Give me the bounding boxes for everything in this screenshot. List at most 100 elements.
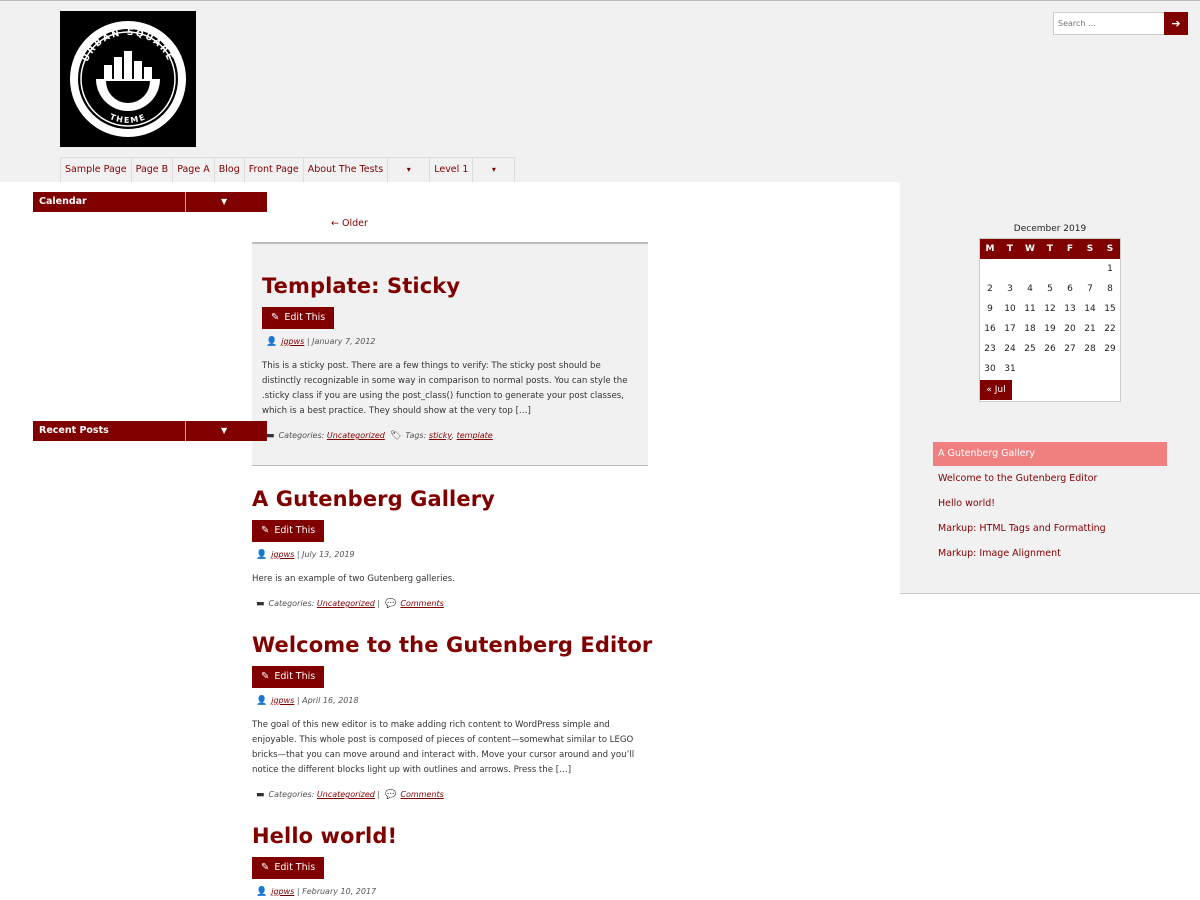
post-meta: 👤 jgpws | July 13, 2019: [256, 550, 355, 560]
author-link[interactable]: jgpws: [281, 337, 304, 346]
calendar-day: [1060, 259, 1080, 279]
calendar-day: 22: [1104, 324, 1116, 334]
menu-item-about-the-tests[interactable]: About The Tests: [302, 157, 388, 182]
post-title[interactable]: Welcome to the Gutenberg Editor: [252, 633, 652, 657]
menu-dropdown-toggle-icon[interactable]: ▾: [387, 157, 431, 182]
post-excerpt: This is a sticky post. There are a few t…: [262, 361, 628, 416]
edit-post-button[interactable]: ✎ Edit This: [252, 666, 324, 688]
tag-link[interactable]: template: [457, 431, 493, 440]
comments-icon: 💬: [385, 599, 397, 609]
calendar-day: 26: [1044, 344, 1056, 354]
recent-post-link[interactable]: A Gutenberg Gallery: [933, 442, 1167, 466]
calendar-prev-link[interactable]: « Jul: [980, 380, 1012, 400]
calendar-day: 13: [1064, 304, 1076, 314]
user-icon: 👤: [266, 337, 278, 347]
calendar-day: 12: [1044, 304, 1056, 314]
post-meta: 👤 jgpws | January 7, 2012: [266, 337, 376, 347]
tag-link[interactable]: sticky: [429, 431, 452, 440]
calendar-day: [1080, 359, 1100, 379]
post-title[interactable]: A Gutenberg Gallery: [252, 487, 495, 511]
menu-item-page-a[interactable]: Page A: [172, 157, 214, 182]
calendar-day: 31: [1004, 364, 1016, 374]
search-submit-button[interactable]: ➔: [1164, 12, 1188, 35]
older-posts-link[interactable]: ← Older: [331, 218, 368, 229]
calendar-day: 14: [1084, 304, 1096, 314]
recent-post-link[interactable]: Welcome to the Gutenberg Editor: [933, 467, 1167, 491]
recent-post-link[interactable]: Markup: Image Alignment: [933, 542, 1167, 566]
calendar-day: 30: [984, 364, 996, 374]
post-meta: 👤 jgpws | April 16, 2018: [256, 696, 359, 706]
calendar-weekday-header: M T W T F S S: [980, 239, 1120, 259]
calendar-day: 27: [1064, 344, 1076, 354]
menu-item-level-1[interactable]: Level 1: [430, 157, 473, 182]
weekday-label: S: [1106, 244, 1114, 254]
category-link[interactable]: Uncategorized: [327, 431, 385, 440]
edit-post-button[interactable]: ✎ Edit This: [262, 307, 334, 329]
calendar-day: [1000, 259, 1020, 279]
calendar-day: 24: [1004, 344, 1016, 354]
calendar-day: 11: [1024, 304, 1036, 314]
calendar-day: 6: [1067, 284, 1073, 294]
calendar-day: 5: [1047, 284, 1053, 294]
calendar-widget-header[interactable]: Calendar ▼: [33, 192, 267, 212]
site-logo[interactable]: URBAN SQUARE THEME: [60, 11, 196, 147]
menu-item-front-page[interactable]: Front Page: [243, 157, 303, 182]
recent-post-link[interactable]: Markup: HTML Tags and Formatting: [933, 517, 1167, 541]
edit-post-button[interactable]: ✎ Edit This: [252, 520, 324, 542]
post-title[interactable]: Template: Sticky: [262, 274, 460, 298]
divider: [185, 192, 186, 212]
menu-item-page-b[interactable]: Page B: [130, 157, 173, 182]
category-link[interactable]: Uncategorized: [317, 599, 375, 608]
calendar-weeks: 1 2 3 4 5 6 7 8 9 10 11 12 13 14 15 16 17 18 19 20 21 22 23 24 2…: [980, 259, 1120, 379]
edit-post-button[interactable]: ✎ Edit This: [252, 857, 324, 879]
search-input[interactable]: [1053, 12, 1165, 35]
calendar-day: 29: [1104, 344, 1116, 354]
recent-post-link[interactable]: Hello world!: [933, 492, 1167, 516]
category-link[interactable]: Uncategorized: [317, 790, 375, 799]
calendar-day: 21: [1084, 324, 1096, 334]
weekday-label: F: [1066, 244, 1074, 254]
calendar-day: [1040, 259, 1060, 279]
calendar-week-row: 1: [980, 259, 1120, 279]
calendar-day: [1040, 359, 1060, 379]
calendar-day: 10: [1004, 304, 1016, 314]
post-taxonomy: ▬ Categories: Uncategorized 🏷 Tags: sticky…: [266, 431, 493, 441]
calendar-day: 8: [1107, 284, 1113, 294]
calendar-day: 15: [1104, 304, 1116, 314]
edit-icon: ✎: [261, 671, 270, 682]
author-link[interactable]: jgpws: [271, 887, 294, 896]
weekday-label: T: [1006, 244, 1014, 254]
calendar-day: [1020, 359, 1040, 379]
archive-icon: ▬: [256, 599, 265, 609]
user-icon: 👤: [256, 696, 268, 706]
calendar-day: [1080, 259, 1100, 279]
archive-icon: ▬: [256, 790, 265, 800]
menu-dropdown-toggle-icon[interactable]: ▾: [472, 157, 516, 182]
calendar-day: 25: [1024, 344, 1036, 354]
menu-item-blog[interactable]: Blog: [213, 157, 244, 182]
calendar-day: [980, 259, 1000, 279]
calendar-day: 18: [1024, 324, 1036, 334]
author-link[interactable]: jgpws: [271, 696, 294, 705]
calendar-nav: « Jul: [980, 379, 1120, 401]
calendar-day: 2: [987, 284, 993, 294]
post-title[interactable]: Hello world!: [252, 824, 397, 848]
menu-item-sample-page[interactable]: Sample Page: [60, 157, 131, 182]
chevron-down-icon: ▼: [221, 426, 228, 435]
recent-posts-widget-header[interactable]: Recent Posts ▼: [33, 421, 267, 441]
weekday-label: M: [985, 244, 995, 254]
calendar-day: 3: [1007, 284, 1013, 294]
chevron-down-icon: ▼: [221, 197, 228, 206]
post-taxonomy: ▬ Categories: Uncategorized | 💬 Comments: [256, 599, 444, 609]
comments-link[interactable]: Comments: [400, 790, 443, 799]
calendar-caption: December 2019: [1013, 224, 1087, 234]
calendar-week-row: 16 17 18 19 20 21 22: [980, 319, 1120, 339]
comments-link[interactable]: Comments: [400, 599, 443, 608]
author-link[interactable]: jgpws: [271, 550, 294, 559]
post-date: July 13, 2019: [302, 550, 355, 559]
calendar-day: [1100, 359, 1120, 379]
site-header: URBAN SQUARE THEME ➔: [0, 1, 1200, 182]
calendar-day: 1: [1107, 264, 1113, 274]
comments-icon: 💬: [385, 790, 397, 800]
arrow-right-icon: ➔: [1171, 17, 1181, 30]
